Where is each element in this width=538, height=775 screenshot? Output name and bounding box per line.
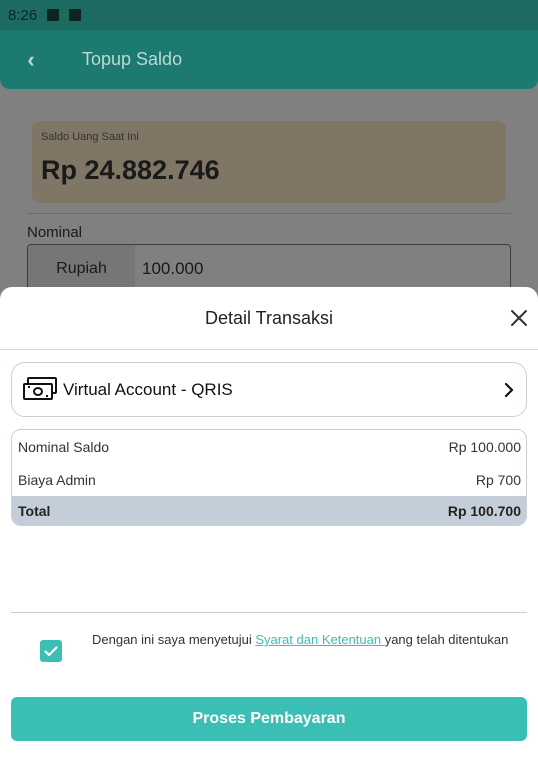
close-icon [511, 310, 527, 326]
page-title: Topup Saldo [82, 49, 183, 69]
agreement-checkbox[interactable] [40, 640, 62, 662]
payment-method-selector[interactable]: Virtual Account - QRIS [11, 362, 527, 417]
agreement-suffix: yang telah ditentukan [384, 632, 509, 647]
summary-label: Nominal Saldo [18, 438, 110, 455]
terms-link[interactable]: Syarat dan Ketentuan [255, 632, 384, 647]
status-bar: 8:26 [0, 0, 538, 30]
chevron-right-icon [492, 382, 526, 398]
check-icon [44, 645, 58, 656]
payment-method-label: Virtual Account - QRIS [63, 379, 233, 399]
sheet-title: Detail Transaksi [204, 307, 334, 328]
summary-value: Rp 100.000 [448, 438, 521, 455]
summary-row: Nominal Saldo Rp 100.000 [12, 430, 526, 463]
image-notification-icon [47, 9, 60, 21]
summary-label: Biaya Admin [18, 471, 96, 488]
balance-value: Rp 24.882.746 [41, 155, 220, 185]
nominal-label: Nominal [27, 224, 83, 241]
divider [11, 612, 527, 613]
agreement-text: Dengan ini saya menyetujui Syarat dan Ke… [92, 632, 508, 648]
app-bar: ‹ Topup Saldo [0, 30, 538, 89]
total-label: Total [18, 502, 51, 519]
summary-row: Biaya Admin Rp 700 [12, 463, 526, 496]
agreement-row: Dengan ini saya menyetujui Syarat dan Ke… [40, 632, 510, 662]
currency-prefix: Rupiah [28, 245, 135, 293]
nominal-value[interactable]: 100.000 [135, 245, 203, 293]
transaction-detail-sheet: Detail Transaksi Virtual Account - QRIS … [0, 287, 538, 775]
close-button[interactable] [504, 303, 534, 333]
process-payment-button[interactable]: Proses Pembayaran [11, 697, 527, 741]
app-notification-icon [69, 9, 82, 21]
summary-value: Rp 700 [475, 471, 521, 488]
status-time: 8:26 [8, 6, 38, 24]
transaction-summary: Nominal Saldo Rp 100.000 Biaya Admin Rp … [11, 429, 527, 526]
back-arrow-icon[interactable]: ‹ [0, 47, 62, 73]
balance-card: Saldo Uang Saat Ini Rp 24.882.746 [32, 121, 506, 203]
total-row: Total Rp 100.700 [12, 496, 526, 525]
divider [27, 213, 511, 214]
agreement-prefix: Dengan ini saya menyetujui [92, 632, 256, 647]
total-value: Rp 100.700 [447, 502, 521, 519]
balance-label: Saldo Uang Saat Ini [41, 131, 139, 143]
sheet-header: Detail Transaksi [0, 287, 538, 350]
cash-icon [23, 376, 57, 400]
